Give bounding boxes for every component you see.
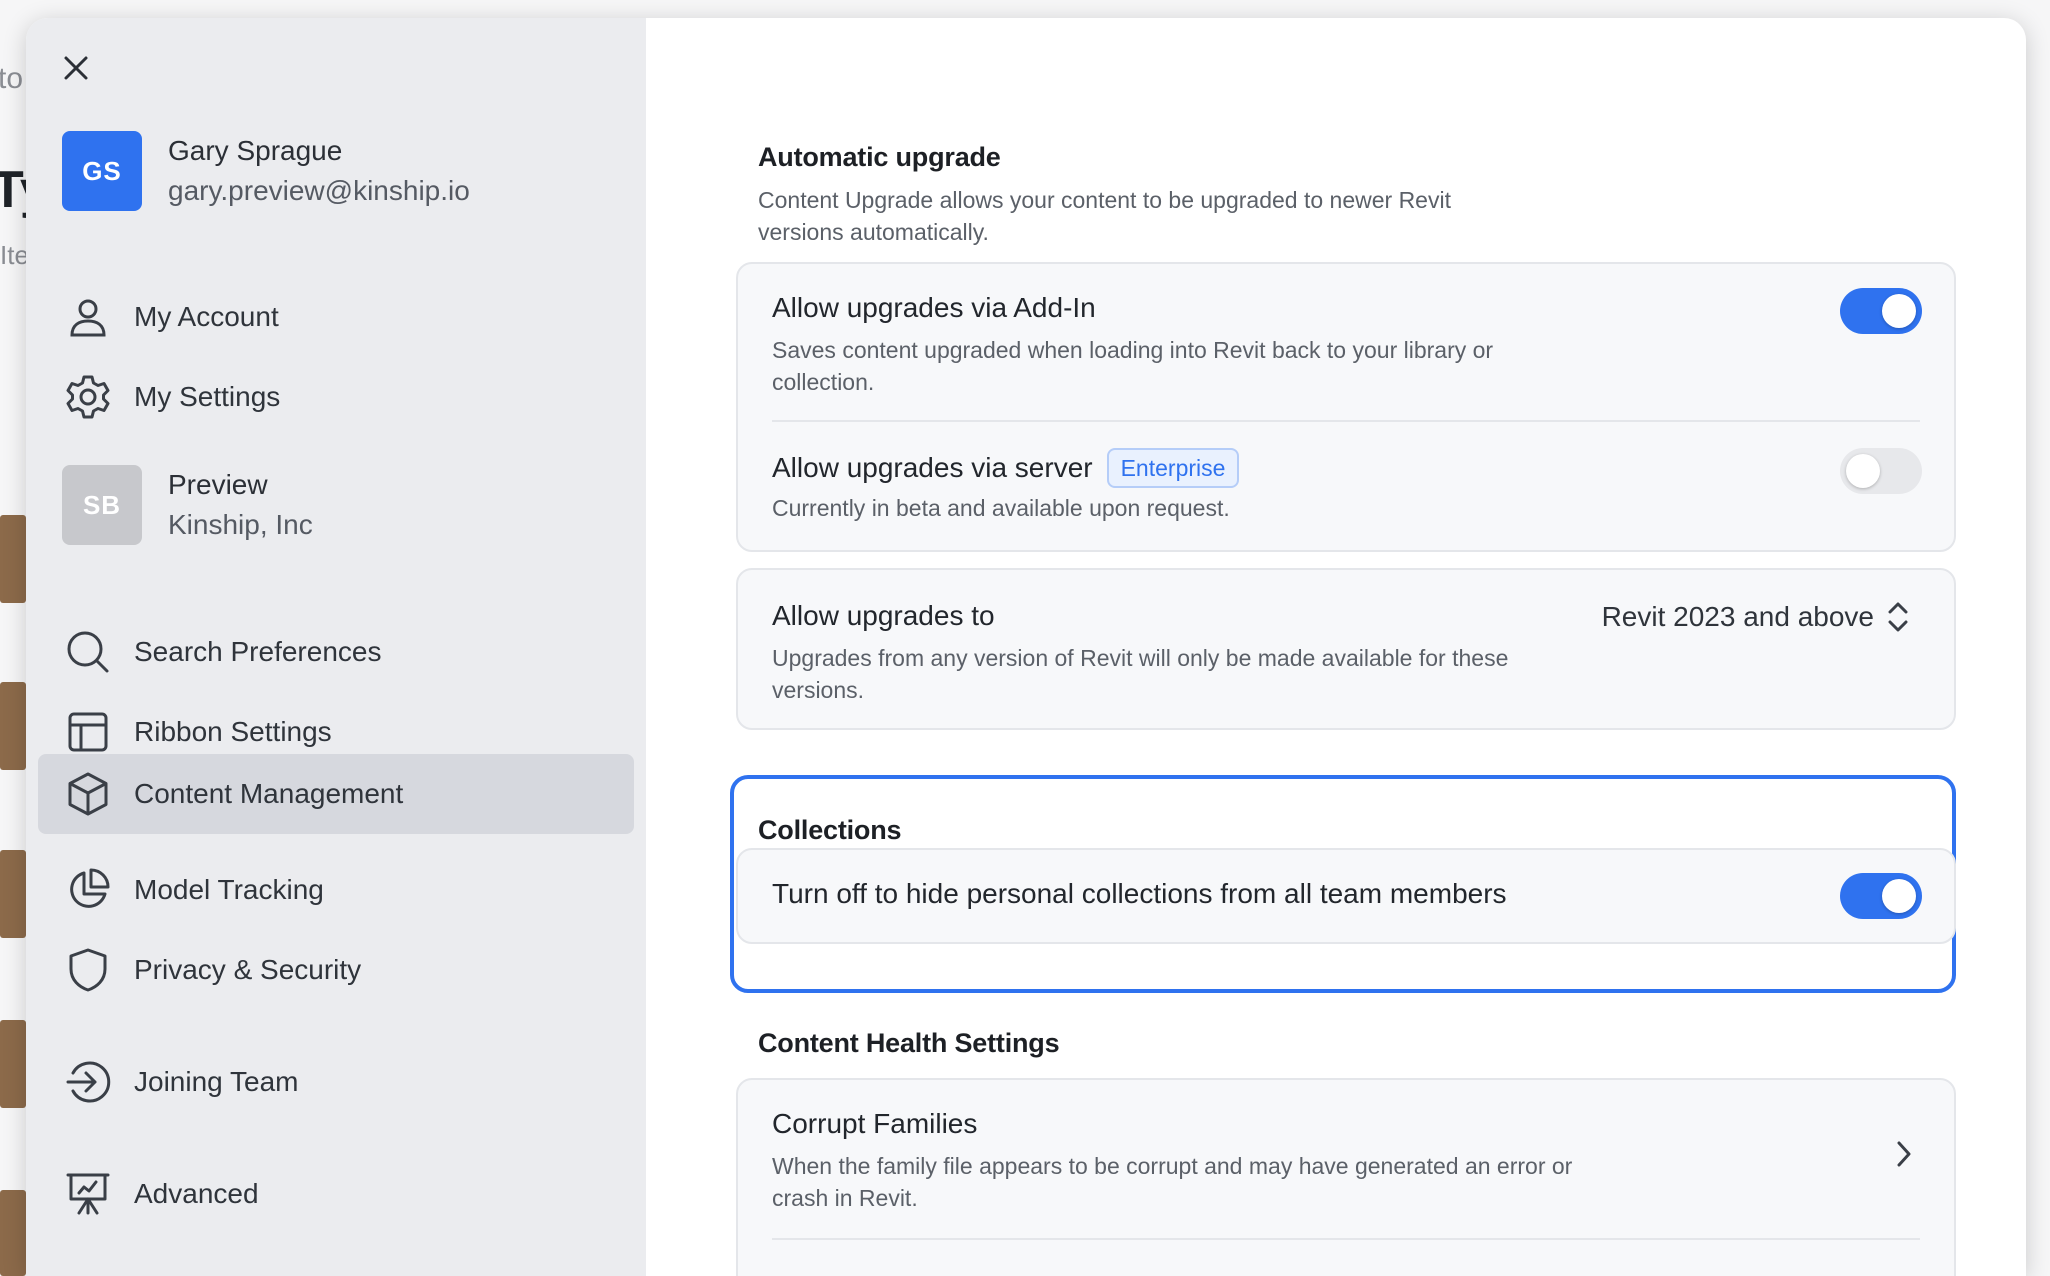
setting-row-collections: Turn off to hide personal collections fr… <box>772 874 1920 914</box>
team-avatar: SB <box>62 465 142 545</box>
collections-card: Turn off to hide personal collections fr… <box>736 848 1956 944</box>
setting-row-addin: Allow upgrades via Add-In Saves content … <box>772 288 1920 398</box>
user-profile: GS Gary Sprague gary.preview@kinship.io <box>62 130 470 212</box>
sidebar-item-joining-team[interactable]: Joining Team <box>38 1042 634 1122</box>
personal-collections-toggle[interactable] <box>1840 873 1922 919</box>
layout-icon <box>64 708 112 756</box>
section-description: Content Upgrade allows your content to b… <box>758 184 1518 248</box>
sidebar-item-label: My Account <box>134 301 279 333</box>
user-avatar: GS <box>62 131 142 211</box>
team-profile[interactable]: SB Preview Kinship, Inc <box>62 464 313 546</box>
server-upgrade-toggle[interactable] <box>1840 448 1922 494</box>
pie-chart-icon <box>64 866 112 914</box>
upgrade-target-card: Allow upgrades to Upgrades from any vers… <box>736 568 1956 730</box>
close-button[interactable] <box>56 48 96 88</box>
sidebar-item-label: Advanced <box>134 1178 259 1210</box>
setting-row-server: Allow upgrades via server Enterprise Cur… <box>772 448 1920 524</box>
chevron-right-icon[interactable] <box>1894 1138 1914 1170</box>
background-thumbnail <box>0 850 26 938</box>
setting-title: Geometry & Views <box>772 1268 1920 1276</box>
sidebar-item-label: Ribbon Settings <box>134 716 332 748</box>
shield-icon <box>64 946 112 994</box>
setting-description: When the family file appears to be corru… <box>772 1150 1612 1214</box>
search-icon <box>64 628 112 676</box>
settings-modal: GS Gary Sprague gary.preview@kinship.io … <box>26 18 2026 1276</box>
sidebar-item-label: Search Preferences <box>134 636 381 668</box>
content-health-card: Corrupt Families When the family file ap… <box>736 1078 1956 1276</box>
background-thumbnail <box>0 1020 26 1108</box>
addin-upgrade-toggle[interactable] <box>1840 288 1922 334</box>
section-title-content-health: Content Health Settings <box>758 1028 1059 1059</box>
setting-title: Corrupt Families <box>772 1104 1920 1144</box>
sidebar-item-label: My Settings <box>134 381 280 413</box>
settings-sidebar: GS Gary Sprague gary.preview@kinship.io … <box>26 18 646 1276</box>
cube-icon <box>64 770 112 818</box>
team-organization: Kinship, Inc <box>168 505 313 545</box>
sidebar-item-content-management[interactable]: Content Management <box>38 754 634 834</box>
presentation-icon <box>64 1170 112 1218</box>
team-name: Preview <box>168 465 313 505</box>
sidebar-item-my-settings[interactable]: My Settings <box>38 357 634 437</box>
sidebar-item-advanced[interactable]: Advanced <box>38 1154 634 1234</box>
background-thumbnail <box>0 515 26 603</box>
setting-description: Upgrades from any version of Revit will … <box>772 642 1592 706</box>
user-name: Gary Sprague <box>168 131 470 171</box>
background-thumbnail <box>0 1190 26 1276</box>
sign-in-icon <box>64 1058 112 1106</box>
person-icon <box>64 293 112 341</box>
divider <box>772 420 1920 422</box>
setting-title: Allow upgrades via server <box>772 448 1093 488</box>
divider <box>772 1238 1920 1240</box>
setting-title-wrap: Allow upgrades via server Enterprise <box>772 448 1920 488</box>
gear-icon <box>64 373 112 421</box>
revit-version-select[interactable]: Revit 2023 and above <box>1602 600 1910 634</box>
user-email: gary.preview@kinship.io <box>168 171 470 211</box>
background-text-fragment: Ite <box>0 240 29 271</box>
background-thumbnail <box>0 682 26 770</box>
sidebar-item-label: Privacy & Security <box>134 954 361 986</box>
section-title-automatic-upgrade: Automatic upgrade <box>758 142 1001 173</box>
setting-title: Turn off to hide personal collections fr… <box>772 874 1920 914</box>
upgrade-options-card: Allow upgrades via Add-In Saves content … <box>736 262 1956 552</box>
setting-row-corrupt-families[interactable]: Corrupt Families When the family file ap… <box>772 1104 1920 1214</box>
setting-description: Currently in beta and available upon req… <box>772 492 1592 524</box>
background-text-fragment: to <box>0 62 23 96</box>
sidebar-item-search-preferences[interactable]: Search Preferences <box>38 612 634 692</box>
select-value: Revit 2023 and above <box>1602 601 1874 633</box>
sidebar-item-label: Content Management <box>134 778 403 810</box>
enterprise-badge: Enterprise <box>1107 448 1240 488</box>
setting-description: Saves content upgraded when loading into… <box>772 334 1592 398</box>
sidebar-item-model-tracking[interactable]: Model Tracking <box>38 850 634 930</box>
setting-title: Allow upgrades via Add-In <box>772 288 1920 328</box>
sidebar-item-label: Joining Team <box>134 1066 298 1098</box>
chevron-up-down-icon <box>1886 600 1910 634</box>
section-title-collections: Collections <box>758 815 901 846</box>
sidebar-item-privacy-security[interactable]: Privacy & Security <box>38 930 634 1010</box>
sidebar-item-label: Model Tracking <box>134 874 324 906</box>
toggle-knob <box>1882 879 1916 913</box>
sidebar-item-my-account[interactable]: My Account <box>38 277 634 357</box>
settings-content: Automatic upgrade Content Upgrade allows… <box>646 18 2026 1276</box>
close-icon <box>63 55 89 81</box>
setting-row-geometry-views[interactable]: Geometry & Views <box>772 1268 1920 1276</box>
toggle-knob <box>1882 294 1916 328</box>
toggle-knob <box>1846 454 1880 488</box>
